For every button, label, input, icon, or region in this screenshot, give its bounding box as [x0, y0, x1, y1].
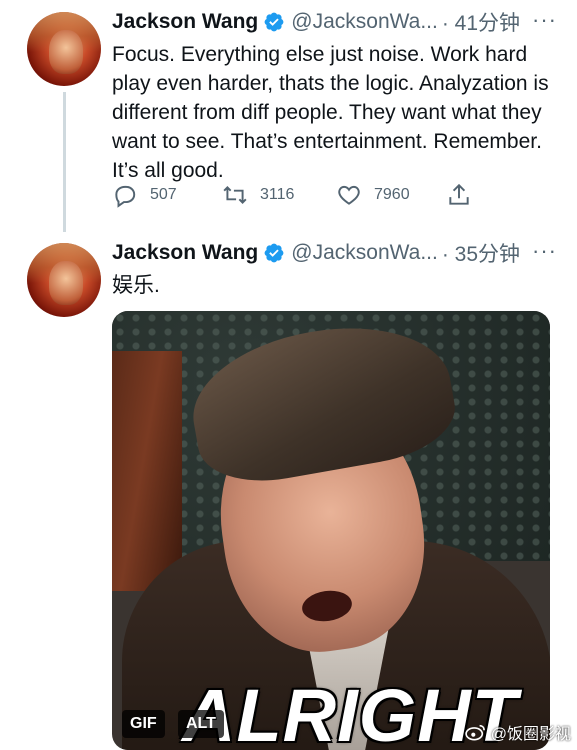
retweet-icon	[223, 186, 247, 204]
like-icon	[338, 185, 360, 205]
like-count: 7960	[374, 186, 410, 203]
tweet-timestamp[interactable]: · 35分钟	[442, 238, 520, 268]
like-button[interactable]: 7960	[336, 182, 410, 208]
reply-icon	[115, 185, 136, 208]
tweet-header: Jackson Wang @JacksonWa... · 35分钟	[112, 236, 565, 270]
watermark: @饭圈影视	[465, 720, 571, 744]
tweet-actions: 507 3116 7960	[112, 182, 492, 212]
watermark-text: @饭圈影视	[490, 726, 571, 743]
verified-badge-icon	[264, 243, 284, 263]
alt-badge[interactable]: ALT	[178, 710, 224, 738]
share-button[interactable]	[446, 182, 484, 208]
tweet-text: 娱乐.	[112, 274, 160, 297]
tweet-text: Focus. Everything else just noise. Work …	[112, 43, 549, 182]
tweet-media-gif[interactable]: ALRIGHT GIF ALT	[112, 311, 550, 750]
thread-line	[63, 92, 66, 232]
user-handle[interactable]: @JacksonWa...	[291, 10, 438, 34]
retweet-button[interactable]: 3116	[222, 182, 294, 208]
media-railing	[112, 351, 182, 591]
tweet[interactable]: Jackson Wang @JacksonWa... · 35分钟 ··· 娱乐…	[112, 236, 565, 300]
retweet-count: 3116	[260, 186, 295, 203]
tweet-timestamp[interactable]: · 41分钟	[442, 7, 520, 37]
tweet-header: Jackson Wang @JacksonWa... · 41分钟	[112, 5, 565, 39]
share-icon	[449, 183, 469, 205]
display-name[interactable]: Jackson Wang	[112, 10, 258, 34]
gif-badge[interactable]: GIF	[122, 710, 165, 738]
reply-count: 507	[150, 186, 177, 203]
tweet[interactable]: Jackson Wang @JacksonWa... · 41分钟 ··· Fo…	[112, 5, 565, 185]
more-options-icon[interactable]: ···	[532, 238, 557, 264]
avatar[interactable]	[27, 243, 101, 317]
user-handle[interactable]: @JacksonWa...	[291, 241, 438, 265]
reply-button[interactable]: 507	[112, 182, 177, 208]
avatar[interactable]	[27, 12, 101, 86]
display-name[interactable]: Jackson Wang	[112, 241, 258, 265]
weibo-icon	[465, 724, 485, 741]
verified-badge-icon	[264, 12, 284, 32]
more-options-icon[interactable]: ···	[532, 7, 557, 33]
